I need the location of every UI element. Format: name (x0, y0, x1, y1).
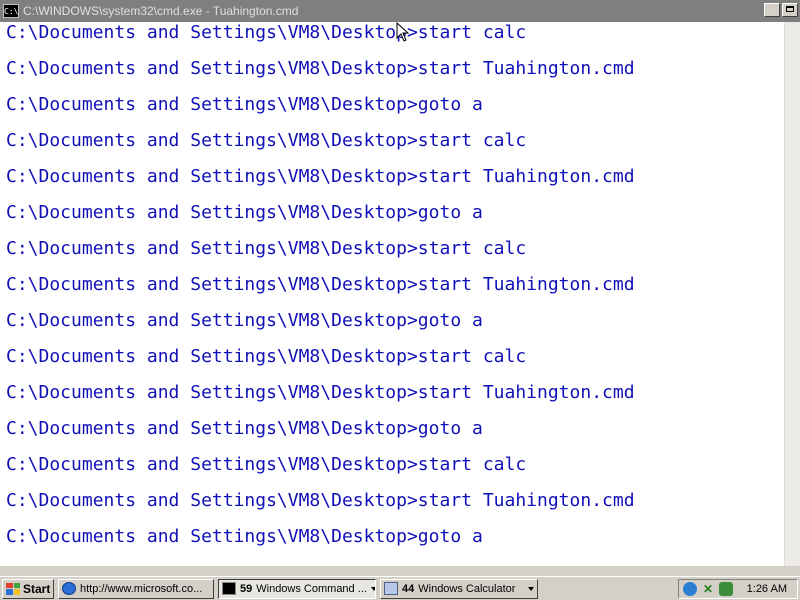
console-line: C:\Documents and Settings\VM8\Desktop>go… (6, 94, 483, 115)
console-line: C:\Documents and Settings\VM8\Desktop>go… (6, 202, 483, 223)
clock[interactable]: 1:26 AM (747, 583, 787, 595)
system-tray: ✕ 1:26 AM (678, 579, 798, 599)
window-title: C:\WINDOWS\system32\cmd.exe - Tuahington… (23, 4, 299, 18)
console-line: C:\Documents and Settings\VM8\Desktop>st… (6, 490, 635, 511)
console-line: C:\Documents and Settings\VM8\Desktop>st… (6, 274, 635, 295)
taskbar-item-calculator[interactable]: 44 Windows Calculator (380, 578, 538, 599)
taskbar: Start http://www.microsoft.co... 59 Wind… (0, 576, 800, 600)
taskbar-item-browser[interactable]: http://www.microsoft.co... (58, 578, 214, 599)
mouse-cursor-icon (396, 22, 410, 42)
maximize-button[interactable] (782, 3, 798, 17)
start-button[interactable]: Start (2, 578, 54, 599)
console-line: C:\Documents and Settings\VM8\Desktop>st… (6, 382, 635, 403)
console-line: C:\Documents and Settings\VM8\Desktop>go… (6, 526, 483, 547)
vertical-scrollbar[interactable] (784, 22, 800, 566)
taskbar-item-label: Windows Calculator (418, 582, 516, 595)
cmd-icon (222, 582, 236, 595)
taskbar-item-label: Windows Command ... (256, 582, 367, 595)
calculator-icon (384, 582, 398, 595)
cmd-app-icon[interactable]: C:\ (3, 4, 19, 18)
title-bar[interactable]: C:\ C:\WINDOWS\system32\cmd.exe - Tuahin… (0, 0, 800, 22)
console-output[interactable]: C:\Documents and Settings\VM8\Desktop>st… (0, 22, 784, 566)
taskbar-item-label: http://www.microsoft.co... (80, 582, 203, 595)
console-line: C:\Documents and Settings\VM8\Desktop>go… (6, 310, 483, 331)
start-label: Start (23, 581, 51, 596)
ie-icon (62, 582, 76, 595)
window-bottom-border (0, 566, 800, 576)
console-line: C:\Documents and Settings\VM8\Desktop>st… (6, 346, 527, 367)
minimize-button[interactable] (764, 3, 780, 17)
network-icon[interactable] (683, 582, 697, 596)
console-line: C:\Documents and Settings\VM8\Desktop>st… (6, 22, 527, 43)
chevron-down-icon (370, 586, 375, 591)
chevron-down-icon (528, 586, 534, 591)
console-line: C:\Documents and Settings\VM8\Desktop>st… (6, 58, 635, 79)
connection-status-icon[interactable]: ✕ (701, 582, 715, 596)
console-line: C:\Documents and Settings\VM8\Desktop>st… (6, 454, 527, 475)
console-line: C:\Documents and Settings\VM8\Desktop>st… (6, 130, 527, 151)
window-controls (764, 3, 798, 17)
console-line: C:\Documents and Settings\VM8\Desktop>st… (6, 238, 527, 259)
windows-logo-icon (6, 582, 20, 595)
console-line: C:\Documents and Settings\VM8\Desktop>st… (6, 166, 635, 187)
security-icon[interactable] (719, 582, 733, 596)
taskbar-group-count: 44 (402, 582, 415, 595)
taskbar-group-count: 59 (240, 582, 253, 595)
console-line: C:\Documents and Settings\VM8\Desktop>go… (6, 418, 483, 439)
taskbar-item-command-prompt[interactable]: 59 Windows Command ... (218, 578, 376, 599)
